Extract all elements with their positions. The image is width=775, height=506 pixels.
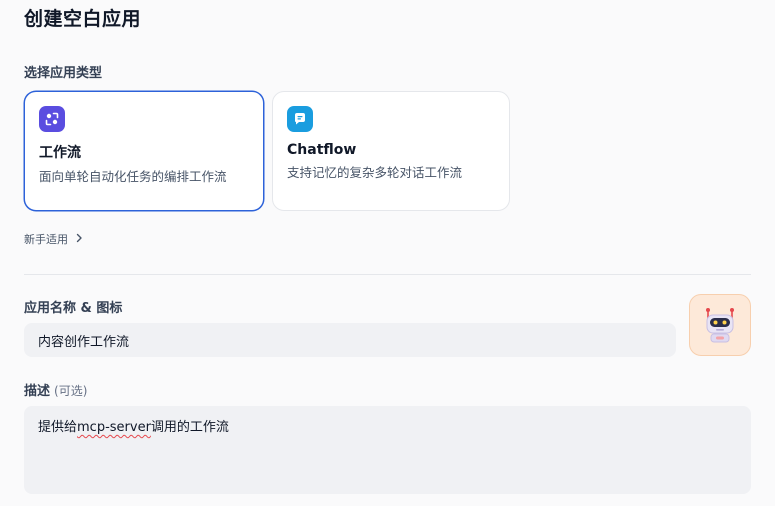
app-name-label: 应用名称 & 图标 [24,301,123,316]
robot-icon [706,308,734,343]
card-description: 面向单轮自动化任务的编排工作流 [39,169,227,184]
workflow-icon [39,106,65,132]
app-type-card-workflow[interactable]: 工作流 面向单轮自动化任务的编排工作流 [24,91,264,211]
description-label-text: 描述 [24,384,51,399]
app-name-value: 内容创作工作流 [38,334,130,350]
card-title: Chatflow [287,142,357,158]
description-label: 描述 (可选) [24,380,87,399]
chatflow-icon [287,106,313,132]
app-name-input[interactable]: 内容创作工作流 [24,323,676,357]
beginner-label: 新手适用 [24,233,68,246]
chevron-right-icon [74,233,84,246]
spellcheck-underlined-word: mcp-server [77,420,151,435]
card-title: 工作流 [39,145,81,161]
app-type-label: 选择应用类型 [24,66,103,81]
description-textarea[interactable]: 提供给mcp-server调用的工作流 [24,406,751,494]
optional-hint: (可选) [54,384,88,398]
create-blank-app-panel: 创建空白应用 选择应用类型 工作流 面向单轮自动化任务的编排工作流 Chatfl… [0,0,775,506]
page-title: 创建空白应用 [24,8,142,30]
app-icon-picker[interactable] [689,294,751,356]
description-text-suffix: 调用的工作流 [150,420,229,435]
beginner-toggle[interactable]: 新手适用 [24,231,84,247]
app-type-card-chatflow[interactable]: Chatflow 支持记忆的复杂多轮对话工作流 [272,91,510,211]
card-description: 支持记忆的复杂多轮对话工作流 [287,165,463,180]
description-text-prefix: 提供给 [38,420,78,435]
section-divider [24,274,751,275]
